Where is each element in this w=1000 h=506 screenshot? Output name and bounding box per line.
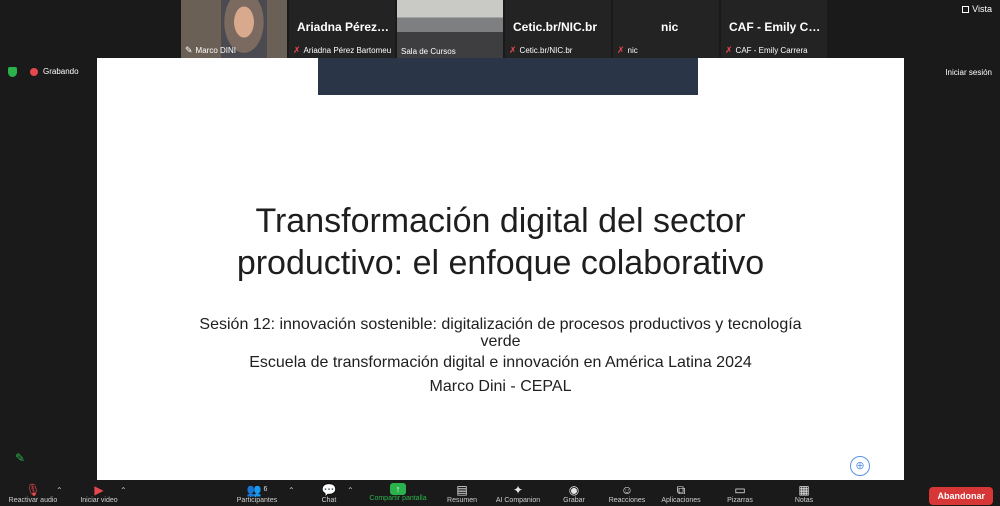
video-options-chevron-icon[interactable]: ⌃ [120,486,127,495]
start-video-button[interactable]: ▶ Iniciar video [72,483,126,505]
mic-muted-icon: ✗ [725,45,733,55]
mic-muted-icon: ✗ [509,45,517,55]
participant-name: Marco DINI [195,46,236,55]
participant-title: CAF - Emily Carr... [729,20,823,34]
participant-name: Sala de Cursos [401,47,456,56]
slide-author: Marco Dini - CEPAL [429,378,572,395]
reactions-icon: ☺ [620,483,634,497]
slide-header-image [318,58,698,95]
participant-tile-cetic[interactable]: Cetic.br/NIC.br ✗ Cetic.br/NIC.br [505,0,611,58]
participant-name: Ariadna Pérez Bartomeu [303,46,392,55]
share-screen-button[interactable]: ↑ Compartir pantalla [362,483,434,503]
ai-companion-button[interactable]: ✦ AI Companion [490,483,546,505]
grid-icon [962,6,970,13]
slide-school: Escuela de transformación digital e inno… [249,354,752,371]
participant-strip: ✎ Marco DINI Ariadna Pérez B... ✗ Ariadna … [181,0,827,58]
shared-slide: Transformación digital del sector produc… [97,58,904,480]
whiteboards-button[interactable]: ▭ Pizarras [720,483,760,505]
participant-title: nic [661,20,679,34]
participant-tile-sala[interactable]: Sala de Cursos [397,0,503,58]
apps-icon: ⧉ [676,483,686,497]
shield-icon[interactable] [8,67,17,77]
participant-tile-nic[interactable]: nic ✗ nic [613,0,719,58]
notes-icon: ▦ [798,483,810,497]
slide-title: Transformación digital del sector produc… [97,200,904,284]
record-icon: ◉ [568,483,580,497]
summary-button[interactable]: ▤ Resumen [442,483,482,505]
summary-icon: ▤ [456,483,468,497]
chat-button[interactable]: 💬 Chat [312,483,346,505]
video-off-icon: ▶ [94,483,104,497]
mic-muted-icon: 🎙 [25,483,41,497]
chat-icon: 💬 [321,483,337,497]
unmute-audio-button[interactable]: 🎙 Reactivar audio [4,483,62,505]
whiteboard-icon: ▭ [734,483,746,497]
sparkle-icon: ✦ [512,483,524,497]
participant-tile-marco[interactable]: ✎ Marco DINI [181,0,287,58]
recording-icon [30,68,38,76]
participant-title: Ariadna Pérez B... [297,20,391,34]
slide-subtitle: Sesión 12: innovación sostenible: digita… [199,316,802,350]
view-label: Vista [972,4,992,14]
slide-title-line: Transformación digital del sector [255,202,746,240]
participants-icon: 👥 6 [246,483,268,497]
signin-button[interactable]: Iniciar sesión [945,68,992,77]
notes-button[interactable]: ▦ Notas [785,483,823,505]
pin-icon: ✎ [185,45,193,55]
participants-button[interactable]: 👥 6 Participantes [228,483,286,505]
share-screen-icon: ↑ [390,483,406,495]
participant-tile-ariadna[interactable]: Ariadna Pérez B... ✗ Ariadna Pérez Bartom… [289,0,395,58]
participants-count: 6 [263,486,268,493]
record-button[interactable]: ◉ Grabar [556,483,592,505]
slide-title-line: productivo: el enfoque colaborativo [236,244,765,282]
annotate-pencil-icon[interactable]: ✎ [15,451,25,465]
leave-button[interactable]: Abandonar [929,487,993,505]
mic-muted-icon: ✗ [617,45,625,55]
participant-name: nic [627,46,638,55]
audio-options-chevron-icon[interactable]: ⌃ [56,486,63,495]
participant-title: Cetic.br/NIC.br [513,20,598,34]
mic-muted-icon: ✗ [293,45,301,55]
participant-tile-caf[interactable]: CAF - Emily Carr... ✗CAF - Emily Carrera [721,0,827,58]
apps-button[interactable]: ⧉ Aplicaciones [656,483,706,505]
meeting-toolbar: 🎙 Reactivar audio ⌃ ▶ Iniciar video ⌃ 👥 6… [0,480,1000,506]
reactions-button[interactable]: ☺ Reacciones [603,483,651,505]
view-button[interactable]: Vista [962,4,992,14]
participant-name: Cetic.br/NIC.br [519,46,573,55]
recording-label: Grabando [43,67,79,76]
chat-chevron-icon[interactable]: ⌃ [347,486,354,495]
participant-name: CAF - Emily Carrera [735,46,808,55]
participants-chevron-icon[interactable]: ⌃ [288,486,295,495]
un-logo-icon: ⊕ [850,456,870,476]
